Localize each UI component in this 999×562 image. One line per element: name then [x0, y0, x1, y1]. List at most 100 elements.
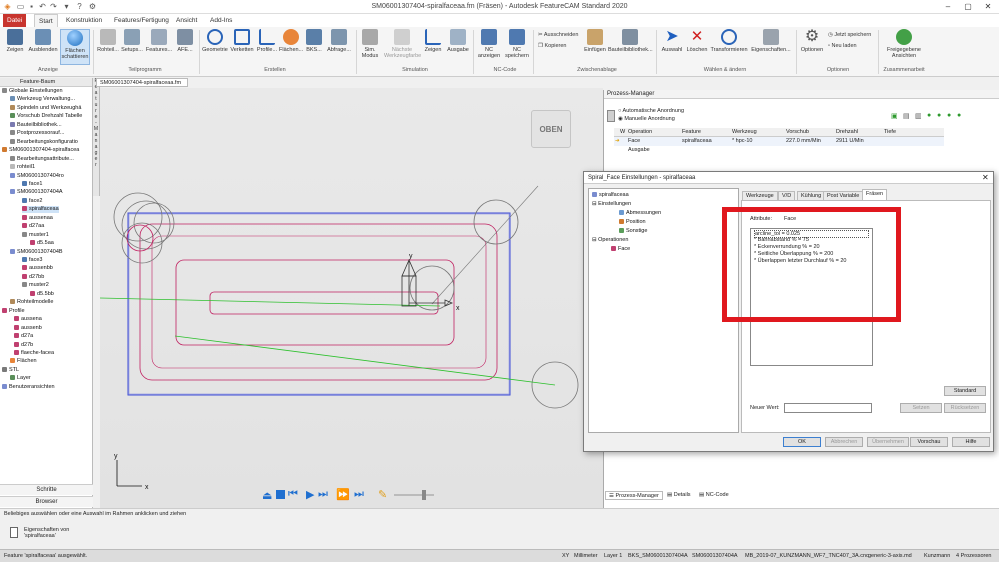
ucs-button[interactable]: BKS...	[304, 29, 324, 53]
tree-item[interactable]: Bearbeitungskonfiguratio	[10, 139, 78, 146]
tab-add-ins[interactable]: Add-Ins	[206, 14, 236, 27]
query-button[interactable]: Abfrage...	[325, 29, 353, 53]
tree-item[interactable]: d5.5bb	[30, 291, 54, 298]
tree-item[interactable]: aussenbb	[22, 265, 53, 272]
tree-item[interactable]: Layer	[10, 375, 31, 382]
tree-item[interactable]: muster2	[22, 282, 49, 289]
tree-item-position[interactable]: Position	[619, 219, 646, 226]
skip-end-icon[interactable]: ⏭	[354, 488, 364, 501]
apply-button[interactable]: Übernehmen	[867, 437, 909, 447]
tree-item[interactable]: face3	[22, 257, 42, 264]
tree-item[interactable]: d27b	[14, 342, 33, 349]
tree-item[interactable]: rohteil1	[10, 164, 35, 171]
reload-button[interactable]: ▫ Neu laden	[828, 43, 857, 49]
reset-button[interactable]: Rücksetzen	[944, 403, 986, 413]
tab-konstruktion[interactable]: Konstruktion	[62, 14, 106, 27]
tab-process-manager[interactable]: ☰ Prozess-Manager	[605, 491, 663, 500]
shade-surfaces-button[interactable]: Flächen schattieren	[60, 29, 90, 65]
stock-button[interactable]: Rohteil...	[96, 29, 120, 53]
output-row[interactable]: Ausgabe	[628, 147, 650, 154]
paste-button[interactable]: Einfügen	[583, 29, 607, 53]
play-icon[interactable]: ▶	[306, 488, 314, 501]
tree-item[interactable]: face2	[22, 198, 42, 205]
stop-icon[interactable]	[276, 490, 285, 499]
graphics-view[interactable]: y x y x	[99, 88, 603, 508]
tree-item[interactable]: Bearbeitungsattribute...	[10, 156, 74, 163]
pm-down-icon[interactable]: ●	[937, 112, 941, 119]
tab-features-fertigung[interactable]: Features/Fertigung	[110, 14, 173, 27]
save-now-button[interactable]: ◷ Jetzt speichern	[828, 32, 871, 38]
tab-details[interactable]: ▤ Details	[664, 491, 694, 500]
tree-item[interactable]: Benutzeransichten	[2, 384, 55, 391]
tree-item[interactable]: Postprozessorauf...	[10, 130, 64, 137]
standard-button[interactable]: Standard	[944, 386, 986, 396]
geometry-button[interactable]: Geometrie	[202, 29, 228, 53]
tree-item[interactable]: Profile	[2, 308, 25, 315]
sim-show-button[interactable]: Zeigen	[422, 29, 444, 53]
features-button[interactable]: Features...	[145, 29, 173, 53]
tab-datei[interactable]: Datei	[3, 14, 27, 27]
tab-nc-code[interactable]: ▤ NC-Code	[696, 491, 732, 500]
nc-save-button[interactable]: NC speichern	[503, 29, 531, 59]
tree-item[interactable]: aussena	[14, 316, 42, 323]
transform-button[interactable]: Transformieren	[710, 29, 748, 53]
tab-vd[interactable]: V/D	[778, 191, 796, 200]
tree-item[interactable]: Rohteilmodelle	[10, 299, 53, 306]
document-tab[interactable]: SM06001307404-spiralfaceaa.fm	[96, 78, 188, 87]
fast-forward-icon[interactable]: ⏩	[336, 488, 350, 501]
options-button[interactable]: ⚙ Optionen	[799, 29, 825, 54]
tree-item[interactable]: Werkzeug Verwaltung...	[10, 96, 75, 103]
pencil-icon[interactable]: ✎	[378, 488, 387, 501]
tree-item-abmessungen[interactable]: Abmessungen	[619, 210, 661, 217]
table-row[interactable]: ➜ Face spiralfaceaa * hpc-10 227.0 mm/Mi…	[614, 137, 944, 146]
tree-item[interactable]: Globale Einstellungen	[2, 88, 63, 95]
ok-button[interactable]: OK	[783, 437, 821, 447]
manual-arrange-radio[interactable]: ◉ Manuelle Anordnung	[618, 116, 675, 123]
profile-button[interactable]: Profile...	[255, 29, 279, 53]
tab-post-variable[interactable]: Post Variable	[823, 191, 864, 200]
pm-add-icon[interactable]: ▣	[891, 112, 898, 120]
tab-fraesen[interactable]: Fräsen	[862, 189, 888, 200]
show-button[interactable]: Zeigen	[4, 29, 26, 53]
step-back-icon[interactable]: ⏮	[288, 488, 298, 501]
eject-icon[interactable]: ⏏	[262, 489, 272, 502]
feature-manager-strip[interactable]: Feature-Manager	[93, 78, 100, 196]
close-button[interactable]: ✕	[980, 1, 996, 13]
tree-item[interactable]: Flächen	[10, 358, 37, 365]
pm-edit-icon[interactable]: ▥	[915, 112, 922, 120]
tree-item-einstellungen[interactable]: ⊟ Einstellungen	[592, 201, 631, 208]
tab-ansicht[interactable]: Ansicht	[172, 14, 201, 27]
tree-item[interactable]: STL	[2, 367, 19, 374]
tree-item[interactable]: d27aa	[22, 223, 44, 230]
pm-left-icon[interactable]: ●	[947, 112, 951, 119]
sim-mode-button[interactable]: Sim. Modus	[358, 29, 382, 59]
tree-item[interactable]: SM06001307404A	[10, 189, 63, 196]
properties-button[interactable]: Eigenschaften...	[749, 29, 793, 53]
shared-views-button[interactable]: Freigegebene Ansichten	[882, 29, 926, 59]
tree-item[interactable]: Vorschub Drehzahl Tabelle	[10, 113, 82, 120]
step-forward-icon[interactable]: ⏭	[318, 488, 328, 501]
tab-werkzeuge[interactable]: Werkzeuge	[742, 191, 778, 200]
library-button[interactable]: Bauteilbibliothek...	[608, 29, 653, 53]
tree-item[interactable]: aussenaa	[22, 215, 53, 222]
tree-item[interactable]: d27a	[14, 333, 33, 340]
afe-button[interactable]: AFE...	[175, 29, 195, 53]
speed-slider-thumb[interactable]	[422, 490, 426, 500]
tree-item[interactable]: aussenb	[14, 325, 42, 332]
tree-item[interactable]: d5.5aa	[30, 240, 54, 247]
tree-item-spiralfaceaa[interactable]: spiralfaceaa	[592, 192, 629, 199]
setups-button[interactable]: Setups...	[120, 29, 144, 53]
surfaces-button[interactable]: Flächen...	[279, 29, 303, 53]
chain-button[interactable]: Verketten	[229, 29, 255, 53]
tree-item[interactable]: d27bb	[22, 274, 44, 281]
tree-item[interactable]: SM06001307404B	[10, 249, 63, 256]
new-value-input[interactable]	[784, 403, 872, 413]
dialog-close-icon[interactable]: ✕	[982, 173, 989, 182]
browser-button[interactable]: Browser	[0, 496, 93, 507]
view-cube[interactable]: OBEN	[531, 110, 571, 148]
tree-item[interactable]: Spindeln und Werkzeughä	[10, 105, 81, 112]
speed-slider[interactable]	[394, 494, 434, 496]
delete-button[interactable]: ✕ Löschen	[685, 29, 709, 54]
copy-button[interactable]: ❐ Kopieren	[538, 43, 567, 49]
reorder-handle[interactable]	[607, 110, 615, 122]
